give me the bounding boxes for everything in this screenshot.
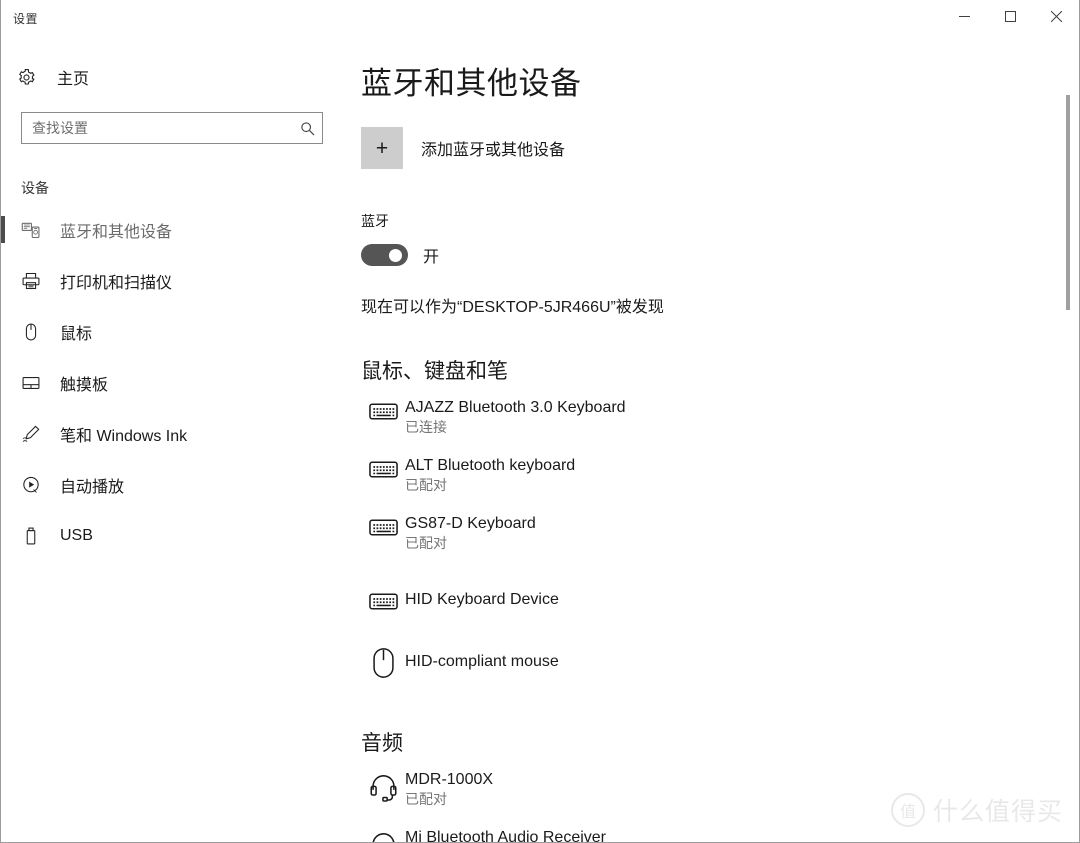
scrollbar-thumb[interactable] [1066, 95, 1070, 310]
device-status: 已配对 [405, 535, 447, 551]
device-text: MDR-1000X 已配对 [405, 769, 493, 809]
sidebar-item-label: 触摸板 [60, 376, 109, 394]
maximize-icon [1004, 10, 1016, 22]
device-row[interactable]: MDR-1000X 已配对 [361, 763, 1079, 821]
keyboard-icon [361, 587, 405, 612]
search-icon[interactable] [292, 121, 322, 136]
sidebar-item-usb[interactable]: USB [1, 510, 349, 561]
pen-icon [21, 424, 49, 444]
window-controls [941, 0, 1079, 32]
device-name: MDR-1000X [405, 771, 494, 788]
device-status: 已配对 [405, 477, 447, 493]
bluetooth-toggle-row: 开 [361, 243, 1079, 267]
headset-icon [361, 827, 405, 842]
device-text: HID Keyboard Device [405, 589, 559, 610]
keyboard-icon [361, 397, 405, 422]
device-list-audio: MDR-1000X 已配对 Mi Bluetooth Audio Receive… [361, 763, 1079, 842]
sidebar-item-label: 鼠标 [60, 325, 93, 343]
sidebar-item-label: USB [60, 526, 93, 544]
device-row[interactable]: AJAZZ Bluetooth 3.0 Keyboard 已连接 [361, 391, 1079, 449]
device-row[interactable]: ALT Bluetooth keyboard 已配对 [361, 449, 1079, 507]
device-row[interactable]: Mi Bluetooth Audio Receiver 已配对 [361, 821, 1079, 842]
device-text: GS87-D Keyboard 已配对 [405, 513, 536, 553]
sidebar-item-touchpad[interactable]: 触摸板 [1, 357, 349, 408]
window-title: 设置 [13, 12, 39, 26]
device-row[interactable]: HID Keyboard Device [361, 565, 1079, 627]
gear-icon [17, 68, 43, 87]
device-row[interactable]: HID-compliant mouse [361, 627, 1079, 689]
title-bar: 设置 [1, 0, 1079, 38]
device-list-input-devices: AJAZZ Bluetooth 3.0 Keyboard 已连接 ALT Blu… [361, 391, 1079, 689]
device-name: GS87-D Keyboard [405, 515, 536, 532]
toggle-knob [389, 248, 402, 262]
device-status: 已配对 [405, 791, 447, 807]
minimize-button[interactable] [941, 0, 987, 32]
device-name: AJAZZ Bluetooth 3.0 Keyboard [405, 399, 626, 416]
bluetooth-toggle[interactable] [361, 244, 408, 266]
mouse-icon [361, 643, 405, 679]
device-name: Mi Bluetooth Audio Receiver [405, 829, 606, 842]
device-name: HID-compliant mouse [405, 652, 559, 670]
sidebar-item-home[interactable]: 主页 [1, 56, 349, 98]
sidebar-item-pen-windows-ink[interactable]: 笔和 Windows Ink [1, 408, 349, 459]
sidebar-item-label: 自动播放 [60, 478, 125, 496]
settings-window: 设置 主页 查找设置 设备 蓝牙和其他设备 打印机和扫描仪 鼠标 触摸板 笔和 … [0, 0, 1080, 843]
printer-icon [21, 271, 49, 291]
headset-icon [361, 769, 405, 802]
device-text: HID-compliant mouse [405, 651, 559, 672]
bluetooth-devices-icon [21, 220, 49, 240]
autoplay-icon [21, 475, 49, 495]
sidebar: 主页 设备 [1, 38, 349, 842]
search-input[interactable] [22, 120, 292, 136]
mouse-icon [21, 322, 49, 342]
device-status: 已连接 [405, 419, 447, 435]
discoverable-text: 现在可以作为“DESKTOP-5JR466U”被发现 [361, 299, 664, 316]
sidebar-home-label: 主页 [57, 71, 90, 88]
group-title-input-devices: 鼠标、键盘和笔 [361, 360, 508, 383]
page-title: 蓝牙和其他设备 [361, 66, 582, 101]
sidebar-item-printers-scanners[interactable]: 打印机和扫描仪 [1, 255, 349, 306]
keyboard-icon [361, 455, 405, 480]
bluetooth-toggle-label: 开 [423, 249, 440, 266]
device-text: ALT Bluetooth keyboard 已配对 [405, 455, 575, 495]
sidebar-section-label: 设备 [21, 180, 49, 196]
sidebar-item-label: 笔和 Windows Ink [60, 427, 188, 445]
add-device-label: 添加蓝牙或其他设备 [421, 142, 566, 159]
search-box[interactable] [21, 112, 323, 144]
add-device-button[interactable]: + 添加蓝牙或其他设备 [361, 127, 565, 169]
bluetooth-group-title: 蓝牙 [361, 213, 389, 229]
sidebar-item-bluetooth-devices[interactable]: 蓝牙和其他设备 [1, 204, 349, 255]
device-name: ALT Bluetooth keyboard [405, 457, 576, 474]
sidebar-item-label: 打印机和扫描仪 [60, 274, 173, 292]
device-text: AJAZZ Bluetooth 3.0 Keyboard 已连接 [405, 397, 626, 437]
keyboard-icon [361, 513, 405, 538]
main-content: 蓝牙和其他设备 + 添加蓝牙或其他设备 蓝牙 开 现在可以作为“DESKTOP-… [349, 38, 1079, 842]
window-body: 主页 设备 [1, 38, 1079, 842]
close-button[interactable] [1033, 0, 1079, 32]
sidebar-nav-list: 蓝牙和其他设备 打印机和扫描仪 鼠标 触摸板 笔和 Windows Ink 自动… [1, 204, 349, 561]
device-row[interactable]: GS87-D Keyboard 已配对 [361, 507, 1079, 565]
device-name: HID Keyboard Device [405, 590, 559, 608]
sidebar-item-autoplay[interactable]: 自动播放 [1, 459, 349, 510]
group-title-audio: 音频 [361, 732, 403, 755]
scrollbar-track[interactable] [1065, 38, 1071, 842]
close-icon [1050, 10, 1062, 22]
sidebar-item-mouse[interactable]: 鼠标 [1, 306, 349, 357]
touchpad-icon [21, 373, 49, 393]
sidebar-item-label: 蓝牙和其他设备 [60, 223, 173, 241]
usb-icon [21, 526, 49, 546]
device-text: Mi Bluetooth Audio Receiver 已配对 [405, 827, 606, 842]
maximize-button[interactable] [987, 0, 1033, 32]
plus-icon: + [361, 127, 403, 169]
minimize-icon [958, 15, 970, 17]
